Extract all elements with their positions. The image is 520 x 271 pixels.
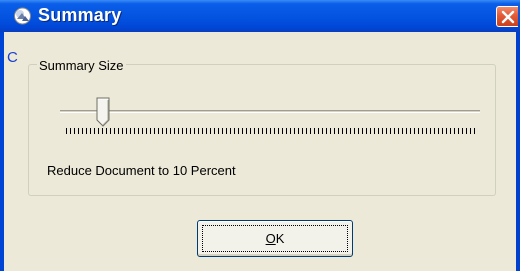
group-label: Summary Size bbox=[37, 58, 126, 73]
slider-thumb[interactable] bbox=[96, 97, 110, 127]
title-bar[interactable]: Summary bbox=[0, 0, 520, 32]
status-text: Reduce Document to 10 Percent bbox=[47, 163, 236, 178]
summary-dialog: Summary C Summary Size Reduce Document t… bbox=[0, 0, 520, 271]
window-title: Summary bbox=[38, 5, 122, 25]
slider-ticks bbox=[66, 128, 476, 134]
close-icon bbox=[501, 10, 515, 24]
window-border-right bbox=[516, 32, 520, 271]
stray-character: C bbox=[7, 49, 18, 66]
ok-mnemonic: O bbox=[265, 231, 276, 246]
slider-track[interactable] bbox=[60, 110, 480, 113]
app-icon bbox=[13, 7, 32, 25]
ok-label: OK bbox=[266, 231, 285, 246]
ok-button[interactable]: OK bbox=[197, 220, 353, 257]
close-button[interactable] bbox=[496, 6, 518, 27]
ok-label-rest: K bbox=[275, 231, 285, 246]
window-border-left bbox=[0, 32, 4, 271]
